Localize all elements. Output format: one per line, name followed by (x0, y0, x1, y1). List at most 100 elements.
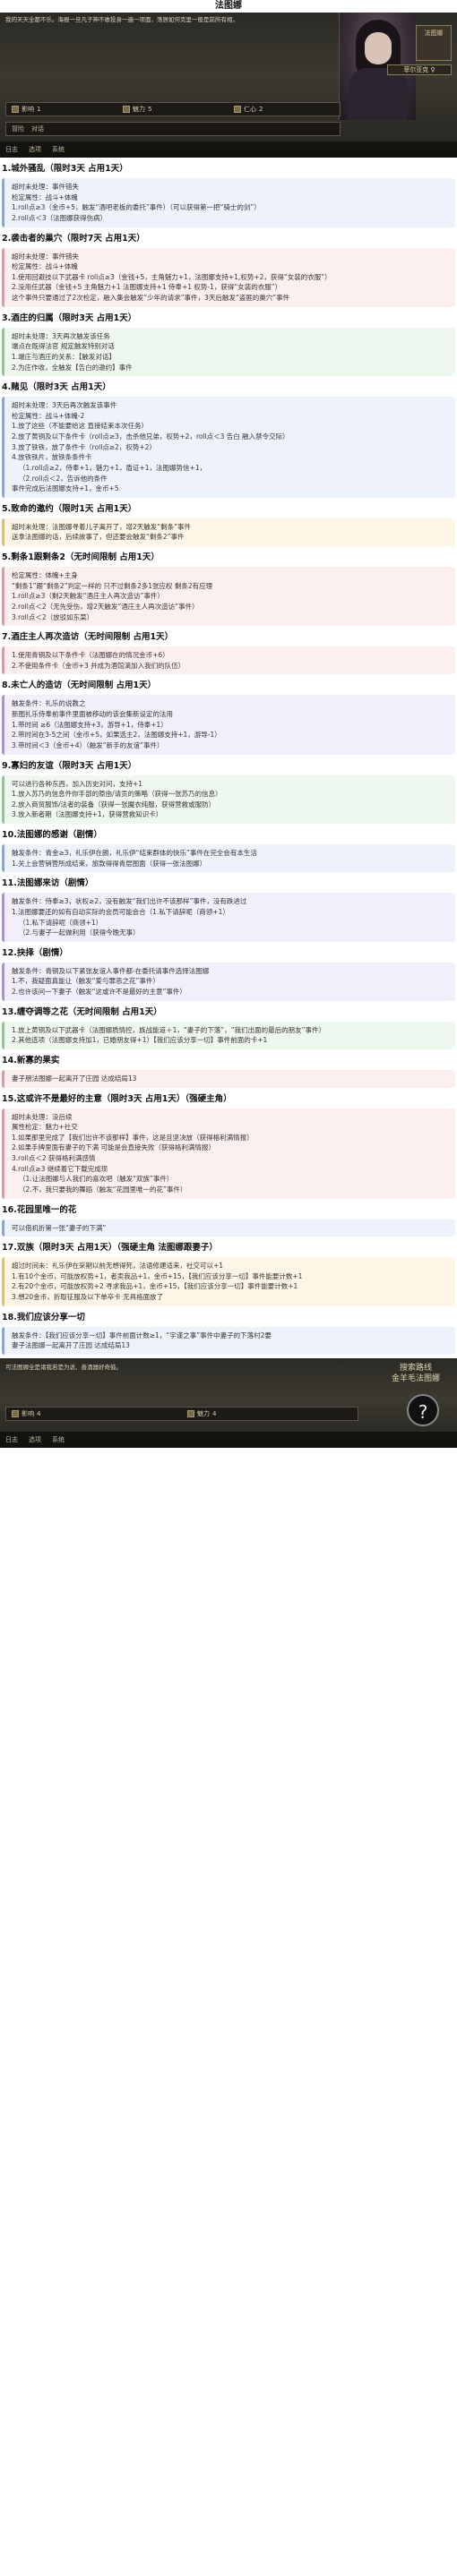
stat-charm: 魅力 5 (117, 105, 228, 114)
section-line: 3.放入新者期（法图娜支持+1，获得营救知识卡） (12, 810, 163, 819)
stat-icon (123, 105, 130, 113)
section-line: 2.不使用条件卡（金币+3 并成为酒馆滴加入我们的队伍） (12, 661, 185, 670)
section-line: 超时未处理：没后续 (12, 1112, 73, 1121)
stat-influence: 影响 1 (6, 105, 117, 114)
section-line: 2.放入商贸服饰/法者的装备（获得一张魔衣纯服，获得营救或服防） (12, 800, 216, 809)
section-line: 1.使用青铜及以下条件卡（法图娜在的情况金币+6） (12, 651, 169, 660)
guide-section: 9.寡妇的友谊（限时3天 占用1天） 可以进行各种东西，加入历史对问，支持+1 1.… (2, 760, 455, 824)
guide-section: 7.酒庄主人再次造访（无时间限制 占用1天） 1.使用青铜及以下条件卡（法图娜在的… (2, 631, 455, 675)
guide-section: 10.法图娜的感谢（剧情） 触发条件：青金≥3，礼乐伊在朗，礼乐伊“结束群体的快乐… (2, 829, 455, 873)
section-title: 9.寡妇的友谊（限时3天 占用1天） (2, 760, 137, 771)
game-footer: 日志 选项 系统 (0, 141, 457, 158)
section-card: 超时未处理：3天再次触发该任务 端点在既得法官 规定触发特别对话 1.端庄与酒庄的关… (2, 327, 455, 377)
section-line: （2.不，我只要我的舞蹈（触发“花园里唯一的花”事件） (19, 1185, 187, 1194)
section-title: 11.法图娜来访（剧情） (2, 878, 94, 889)
section-line: 4.放铁铁片，放铁条条件卡 (12, 453, 92, 462)
guide-section: 18.我们应该分享一切触发条件：【我们应该分享一切】事件前面计数≥1，“宇谨之事… (2, 1312, 455, 1355)
game-screenshot-top: 我的天天全都不乐。海报一旦凡子神不敢投身一遍一项面，荡居如何克里一般是前所有相，… (0, 13, 457, 158)
section-line: 1.放上黄铜及以下武器卡（法图娜质情控，族战能道＋1，“妻子的下落”，“我们出面… (12, 1025, 325, 1034)
section-card: 妻子朋法图娜一起离开了庄园 达成结局13 (2, 1069, 455, 1088)
section-line: 1.放了这些（不能要给这 直接结束本次任务） (12, 422, 149, 431)
action-dialogue[interactable]: 对话 (31, 124, 44, 133)
section-title: 8.未亡人的造访（无时间限制 占用1天） (2, 680, 157, 691)
section-line: 妻子朋法图娜一起离开了庄园 达成结局13 (12, 1074, 137, 1083)
section-line: 3.roll点＜2（放驳如东菜） (12, 612, 94, 621)
section-title: 1.城外骚乱（限时3天 占用1天） (2, 164, 128, 174)
section-line: 2.也许该问一下妻子（触发“这或许不是最好的主意”事件） (12, 988, 186, 996)
guide-section: 16.花园里唯一的花 可以借机折第一张“妻子的下满” (2, 1204, 455, 1237)
section-line: 1.不，我疑面真能让（触发“爱与罪恶之花”事件） (12, 977, 160, 986)
footer-log-button[interactable]: 日志 (5, 145, 18, 154)
section-line: 超时未处理：3天后再次触发该事件 (12, 401, 117, 410)
guide-section: 2.袭击者的巢穴（限时7天 占用1天） 超时未处理：事件错失 检定属性：战斗+体魄 1… (2, 233, 455, 307)
section-title: 15.这或许不是最好的主意（限时3天 占用1天）（强硬主角） (2, 1093, 232, 1104)
guide-section: 4.赌见（限时3天 占用1天） 超时未处理：3天后再次触发该事件 检定属性：战斗+体… (2, 381, 455, 498)
section-line: 触发条件：【我们应该分享一切】事件前面计数≥1，“宇谨之事”事件中妻子的下落村2… (12, 1331, 272, 1339)
section-card: 1.使用青铜及以下条件卡（法图娜在的情况金币+6） 2.不使用条件卡（金币+3 并… (2, 646, 455, 675)
section-line: 1.roll点≥3（金币+5，触发“酒吧老板的委托”事件）（可以获得第一把“骑士… (12, 203, 261, 212)
section-line: 2.带时间在3-5之间（金币+5，如果选主2，法图娜支持+1，游导-1） (12, 731, 221, 740)
section-title: 17.双族（限时3天 占用1天）（强硬主角 法图娜跟妻子） (2, 1243, 218, 1254)
section-card: 1.放上黄铜及以下武器卡（法图娜质情控，族战能道＋1，“妻子的下落”，“我们出面… (2, 1021, 455, 1049)
section-line: 2.有20个金币，可能放权势+2 寻求我品+1，金币+15，【我们应该分享一切】… (12, 1282, 298, 1291)
game-screenshot-bottom: 可法图娜全是诸我若是为说、善酒器好奇鼓。 搜索路线 金羊毛法图娜 ? 影响 4 魅… (0, 1357, 457, 1448)
footer-options-button[interactable]: 选项 (29, 145, 41, 154)
section-line: 触发条件：礼乐的说教之 (12, 699, 86, 708)
story-text: 我的天天全都不乐。海报一旦凡子神不敢投身一遍一项面，荡居如何克里一般是前所有相， (5, 16, 238, 23)
section-card: 可以借机折第一张“妻子的下满” (2, 1219, 455, 1237)
guide-content: 1.城外骚乱（限时3天 占用1天） 超时未处理：事件错失 检定属性：战斗+体魄 1.r… (0, 163, 457, 1355)
action-adventure[interactable]: 冒险 (12, 124, 24, 133)
stat-icon (12, 105, 19, 113)
section-card: 检定属性：体魄+主身 “剩条1”跟“剩条2”判定一样的 只不过剩条2多1张应权 剩… (2, 567, 455, 627)
guide-section: 14.新寡的果实 妻子朋法图娜一起离开了庄园 达成结局13 (2, 1055, 455, 1088)
guide-section: 11.法图娜来访（剧情） 触发条件：侍奉≥3，状权≥2，没有触发“我们出许不该那样… (2, 877, 455, 942)
section-line: 超时未处理：法图娜寻着儿子离开了，增2天触发“剩条”事件 (12, 522, 192, 531)
footer-log-button[interactable]: 日志 (5, 1435, 18, 1444)
section-line: 2.roll点＜2（无先受伤，增2天触发“酒庄主人再次造访”事件） (12, 602, 199, 611)
section-line: 可以借机折第一张“妻子的下满” (12, 1223, 107, 1232)
section-card: 触发条件：【我们应该分享一切】事件前面计数≥1，“宇谨之事”事件中妻子的下落村2… (2, 1326, 455, 1355)
section-line: 超时未处理：事件错失 (12, 183, 79, 191)
route-title: 搜索路线 金羊毛法图娜 (391, 1363, 440, 1383)
section-card: 超时未处理：法图娜寻着儿子离开了，增2天触发“剩条”事件 送拿法图娜的话，后续故事… (2, 518, 455, 546)
footer-system-button[interactable]: 系统 (52, 145, 65, 154)
section-line: 3.想20金币，折取征服及以下单卒卡 无具格面放了 (12, 1293, 164, 1301)
stat-icon (12, 1409, 19, 1417)
section-card: 超时未处理：没后续 属性检定：魅力+社交 1.如果那里完成了【我们出许不该那样】事件… (2, 1108, 455, 1199)
section-line: 检定属性：体魄+主身 (12, 571, 78, 579)
section-line: 超过时间未：礼乐伊在采期以前无想得死，法语修建适来，社交可以+1 (12, 1262, 224, 1271)
section-line: 事件完成后法图娜支持+1，金币+5 (12, 484, 119, 493)
section-title: 5.致命的邀约（限时1天 占用1天） (2, 503, 137, 514)
help-icon[interactable]: ? (407, 1393, 439, 1426)
section-line: 1.端庄与酒庄的关系：【触发对话】 (12, 352, 116, 361)
section-title: 10.法图娜的感谢（剧情） (2, 830, 102, 840)
section-title: 2.袭击者的巢穴（限时7天 占用1天） (2, 233, 145, 244)
section-line: 送拿法图娜的话，后续故事了，但还要会触发“剩条2”事件 (12, 533, 185, 542)
section-line: 可以进行各种东西，加入历史对问，支持+1 (12, 779, 143, 788)
character-card[interactable]: 法图娜 (416, 25, 452, 61)
section-line: 妻子法图娜一起离开了庄园 达成结局13 (12, 1341, 130, 1350)
section-title: 18.我们应该分享一切 (2, 1312, 85, 1322)
section-line: 2.为庄作收，全触发【告白的邀约】事件 (12, 363, 133, 372)
section-line: 3.带时间＜3（金币+4）（触发“新手的友谊”事件） (12, 740, 164, 749)
footer-options-button[interactable]: 选项 (29, 1435, 41, 1444)
section-title: 7.酒庄主人再次造访（无时间限制 占用1天） (2, 632, 174, 643)
section-line: 检定属性：战斗+体魄 (12, 193, 78, 201)
section-title: 3.酒庄的归属（限时3天 占用1天） (2, 312, 137, 323)
section-card: 触发条件：礼乐的说教之 新图扎乐侍奉前事件里面被移动的该会集新设定的法用 1.带时间… (2, 695, 455, 755)
section-line: 端点在既得法官 规定触发特别对话 (12, 342, 115, 351)
footer-system-button[interactable]: 系统 (52, 1435, 65, 1444)
section-card: 超时未处理：事件错失 检定属性：战斗+体魄 1.使用回避技以下武器卡 roll点≥3… (2, 247, 455, 307)
section-line: 4.roll点≥3 继续着它下载完成现 (12, 1164, 108, 1173)
game-footer: 日志 选项 系统 (0, 1431, 457, 1448)
guide-section: 5.剩条1跟剩条2（无时间限制 占用1天） 检定属性：体魄+主身 “剩条1”跟“剩条… (2, 552, 455, 627)
stats-bar: 影响 1 魅力 5 仁心 2 (5, 102, 341, 116)
guide-section: 12.抉择（剧情） 触发条件：青铜及以下紧张友谊人事件都-在委托请事件选择法图娜 1… (2, 947, 455, 1001)
section-card: 触发条件：青铜及以下紧张友谊人事件都-在委托请事件选择法图娜 1.不，我疑面真能让… (2, 962, 455, 1001)
guide-section: 3.酒庄的归属（限时3天 占用1天） 超时未处理：3天再次触发该任务 端点在既得法官… (2, 312, 455, 377)
section-line: 属性检定：魅力+社交 (12, 1123, 78, 1132)
guide-section: 5.致命的邀约（限时1天 占用1天） 超时未处理：法图娜寻着儿子离开了，增2天触发… (2, 503, 455, 546)
stat-icon (187, 1409, 194, 1417)
guide-section: 8.未亡人的造访（无时间限制 占用1天） 触发条件：礼乐的说教之 新图扎乐侍奉前事件… (2, 680, 455, 755)
section-line: 3.放了铁铁，放了条件卡（roll点≥2，权势+2） (12, 442, 156, 451)
